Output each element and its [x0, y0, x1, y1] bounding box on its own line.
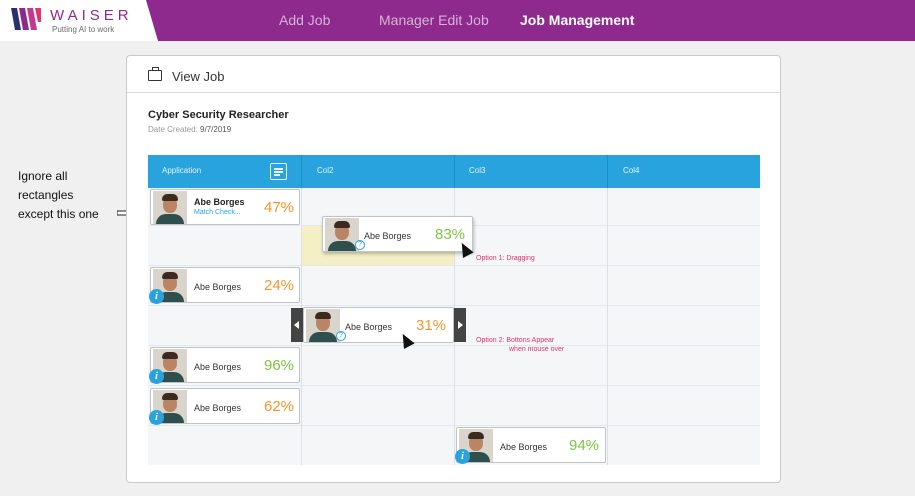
grid-header: Application Col2 Col3 Col4 [148, 155, 760, 188]
candidate-name: Abe Borges [194, 362, 242, 372]
candidate-card[interactable]: i Abe Borges 62% [149, 388, 300, 425]
column-header-col3: Col3 [469, 166, 486, 175]
col-divider [607, 155, 608, 465]
briefcase-icon [148, 67, 162, 81]
question-icon[interactable]: ? [355, 240, 365, 250]
candidate-name: Abe Borges [194, 403, 242, 413]
question-icon[interactable]: ? [336, 331, 346, 341]
match-check-link[interactable]: Match Check... [194, 209, 241, 216]
match-percent: 83% [435, 226, 466, 243]
side-annotation-line: except this one [18, 207, 99, 221]
nav-add-job[interactable]: Add Job [279, 12, 330, 28]
info-icon[interactable]: i [149, 289, 164, 304]
info-icon[interactable]: i [149, 410, 164, 425]
candidate-card-hover[interactable]: ? Abe Borges 31% [303, 307, 454, 343]
view-job-card: View Job Cyber Security Researcher Date … [126, 55, 781, 483]
date-created: Date Created: 9/7/2019 [148, 125, 231, 134]
candidate-name: Abe Borges [345, 322, 393, 332]
annotation-option2-line: when mouse over [509, 346, 565, 353]
avatar [153, 191, 187, 224]
column-header-application: Application [162, 166, 202, 175]
date-created-value: 9/7/2019 [200, 125, 232, 134]
match-percent: 94% [569, 437, 600, 454]
waiser-logo-icon [11, 8, 41, 30]
candidate-card[interactable]: i Abe Borges 94% [455, 427, 606, 464]
move-right-button[interactable] [454, 308, 466, 342]
column-header-col4: Col4 [623, 166, 640, 175]
match-percent: 24% [264, 277, 295, 294]
side-annotation: Ignore all rectangles except this one [18, 167, 99, 224]
top-nav-bar: WAISER Putting AI to work Add Job Manage… [0, 0, 915, 41]
logo[interactable]: WAISER Putting AI to work [0, 0, 158, 41]
match-percent: 96% [264, 357, 295, 374]
header-divider [454, 155, 455, 188]
job-board-grid: Application Col2 Col3 Col4 Abe Borges Ma… [148, 155, 760, 465]
nav-job-management[interactable]: Job Management [520, 12, 634, 28]
nav-manager-edit-job[interactable]: Manager Edit Job [379, 12, 489, 28]
candidate-name: Abe Borges [194, 197, 245, 207]
candidate-card-dragging[interactable]: ? Abe Borges 83% [322, 216, 473, 252]
candidate-card[interactable]: i Abe Borges 24% [149, 267, 300, 304]
match-percent: 47% [264, 199, 295, 216]
info-icon[interactable]: i [149, 369, 164, 384]
avatar [325, 218, 359, 251]
info-icon[interactable]: i [455, 449, 470, 464]
brand-name: WAISER [50, 7, 133, 24]
card-title: View Job [172, 69, 225, 84]
candidate-name: Abe Borges [194, 282, 242, 292]
header-divider [607, 155, 608, 188]
annotation-option2: Option 2: Bottons Appear when mouse over [476, 336, 564, 354]
candidate-card[interactable]: Abe Borges Match Check... 47% [150, 189, 300, 225]
job-title: Cyber Security Researcher [148, 109, 289, 121]
filter-list-icon[interactable] [270, 163, 287, 180]
match-percent: 31% [416, 317, 447, 334]
card-header: View Job [127, 56, 780, 93]
candidate-card[interactable]: i Abe Borges 96% [149, 347, 300, 384]
candidate-name: Abe Borges [364, 231, 412, 241]
brand-tagline: Putting AI to work [52, 25, 115, 34]
move-left-button[interactable] [291, 308, 303, 342]
match-percent: 62% [264, 398, 295, 415]
candidate-name: Abe Borges [500, 442, 548, 452]
header-divider [301, 155, 302, 188]
column-header-col2: Col2 [317, 166, 334, 175]
annotation-option1: Option 1: Dragging [476, 255, 535, 262]
side-annotation-line: Ignore all [18, 169, 68, 183]
date-created-label: Date Created: [148, 125, 198, 134]
avatar [306, 309, 340, 342]
annotation-option2-line: Option 2: Bottons Appear [476, 337, 555, 344]
side-annotation-line: rectangles [18, 188, 74, 202]
